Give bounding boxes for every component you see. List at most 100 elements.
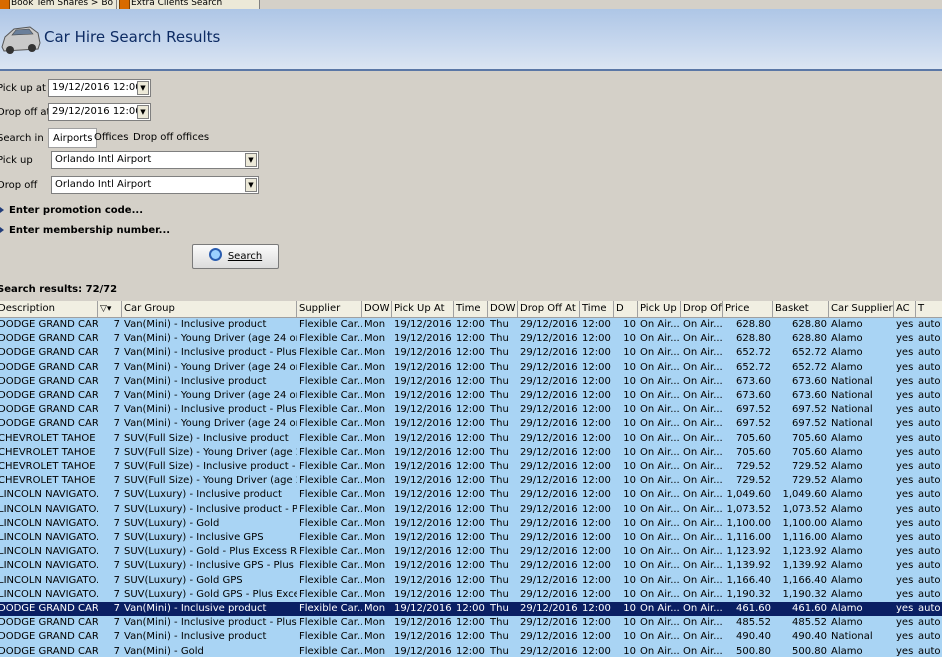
cell-drop-off-at: 29/12/2016 [520,560,578,572]
cell-price: 628.80 [736,319,771,330]
cell-dow: Mon [364,603,386,614]
table-row[interactable]: DODGE GRAND CAR... 7 Van(Mini) - Young Dri… [0,332,942,347]
table-row[interactable]: DODGE GRAND CAR... 7 Van(Mini) - Young Dri… [0,417,942,432]
table-row[interactable]: DODGE GRAND CAR... 7 Van(Mini) - Gold Flexi… [0,644,942,657]
membership-number-link[interactable]: Enter membership number... [0,225,170,236]
cell-description: DODGE GRAND CAR... [0,390,98,401]
cell-drop-off-at: 29/12/2016 [520,432,578,444]
filter-icon[interactable]: ▽▾ [100,304,111,314]
cell-duration: 10 [623,319,636,330]
pickup-location-select[interactable]: Orlando Intl Airport ▼ [51,151,259,169]
column-header-time[interactable]: Time [454,301,488,317]
cell-time-2: 12:00 [582,517,611,529]
table-row[interactable]: LINCOLN NAVIGATO... 7 SUV(Luxury) - Gold G… [0,587,942,602]
table-row[interactable]: CHEVROLET TAHOE ... 7 SUV(Full Size) - Inc… [0,431,942,446]
table-row[interactable]: DODGE GRAND CAR... 7 Van(Mini) - Inclusive… [0,374,942,389]
cell-filter: 7 [113,461,120,472]
pickup-datetime-field[interactable]: 19/12/2016 12:00 ▼ [48,79,151,97]
table-row[interactable]: DODGE GRAND CAR... 7 Van(Mini) - Inclusive… [0,403,942,418]
browser-tab-book[interactable]: Book Tem Shares > Bo [0,0,128,9]
cell-description: DODGE GRAND CAR... [0,347,98,359]
column-header-supplier[interactable]: Supplier [297,301,362,317]
table-row[interactable]: CHEVROLET TAHOE ... 7 SUV(Full Size) - You… [0,445,942,460]
cell-time: 12:00 [456,546,485,558]
cell-transmission: auto [918,532,941,543]
table-row[interactable]: LINCOLN NAVIGATO... 7 SUV(Luxury) - Inclus… [0,531,942,546]
table-row[interactable]: LINCOLN NAVIGATO... 7 SUV(Luxury) - Gold Fl… [0,516,942,531]
column-header-drop-off[interactable]: Drop Off [681,301,723,317]
cell-duration: 10 [623,503,636,515]
results-grid[interactable]: Description ▽▾ Car Group Supplier DOW Pick Up… [0,301,942,657]
dropdown-arrow-icon[interactable]: ▼ [245,153,257,167]
cell-drop-off-at: 29/12/2016 [520,375,578,387]
dropdown-arrow-icon[interactable]: ▼ [137,81,149,95]
cell-dow-2: Thu [490,432,509,444]
column-header-duration[interactable]: D [614,301,638,317]
cell-drop-off: On Air... [683,375,723,387]
promotion-code-link[interactable]: Enter promotion code... [0,205,143,216]
cell-price: 673.60 [736,375,771,387]
table-row[interactable]: DODGE GRAND CAR... 7 Van(Mini) - Young Dri… [0,389,942,404]
column-header-dow[interactable]: DOW [362,301,392,317]
table-row[interactable]: LINCOLN NAVIGATO... 7 SUV(Luxury) - Inclus… [0,502,942,517]
table-row[interactable]: DODGE GRAND CAR... 7 Van(Mini) - Inclusive… [0,318,942,333]
cell-supplier: Flexible Car... [299,503,362,515]
column-header-car-group[interactable]: Car Group [122,301,297,317]
cell-dow-2: Thu [490,375,509,387]
column-header-dow-2[interactable]: DOW [488,301,518,317]
table-row[interactable]: DODGE GRAND CAR... 7 Van(Mini) - Young Dri… [0,360,942,375]
column-header-price[interactable]: Price [723,301,773,317]
cell-dow: Mon [364,645,386,657]
column-header-time-2[interactable]: Time [580,301,614,317]
cell-filter: 7 [113,560,120,572]
column-header-pick-up-at[interactable]: Pick Up At [392,301,454,317]
cell-transmission: auto [918,390,941,401]
cell-drop-off: On Air... [683,503,723,515]
table-row[interactable]: LINCOLN NAVIGATO... 7 SUV(Luxury) - Inclus… [0,488,942,503]
column-header-car-supplier[interactable]: Car Supplier [829,301,894,317]
cell-dow: Mon [364,390,386,401]
dropoff-location-select[interactable]: Orlando Intl Airport ▼ [51,176,259,194]
table-row[interactable]: DODGE GRAND CAR... 7 Van(Mini) - Inclusive… [0,602,942,617]
dropdown-arrow-icon[interactable]: ▼ [245,178,257,192]
column-header-basket[interactable]: Basket [773,301,829,317]
dropdown-arrow-icon[interactable]: ▼ [137,105,149,119]
table-row[interactable]: DODGE GRAND CAR... 7 Van(Mini) - Inclusive… [0,346,942,361]
column-header-description[interactable]: Description [0,301,98,317]
cell-car-supplier: Alamo [831,532,863,543]
cell-drop-off: On Air... [683,603,723,614]
search-button[interactable]: Search [192,244,279,269]
table-row[interactable]: LINCOLN NAVIGATO... 7 SUV(Luxury) - Gold -… [0,545,942,560]
search-in-offices-option[interactable]: Offices [90,128,132,148]
cell-description: LINCOLN NAVIGATO... [0,560,98,572]
cell-description: LINCOLN NAVIGATO... [0,546,98,558]
column-header-filter[interactable]: ▽▾ [98,301,122,317]
column-header-drop-off-at[interactable]: Drop Off At [518,301,580,317]
table-row[interactable]: DODGE GRAND CAR... 7 Van(Mini) - Inclusive… [0,616,942,631]
cell-car-group: Van(Mini) - Young Driver (age 24 or b... [124,418,297,430]
search-in-dropoff-offices-option[interactable]: Drop off offices [129,128,213,148]
table-row[interactable]: CHEVROLET TAHOE ... 7 SUV(Full Size) - You… [0,474,942,489]
cell-ac: yes [896,333,914,345]
table-row[interactable]: CHEVROLET TAHOE ... 7 SUV(Full Size) - Inc… [0,460,942,475]
cell-drop-off-at: 29/12/2016 [520,603,578,614]
cell-price: 628.80 [736,333,771,345]
table-row[interactable]: LINCOLN NAVIGATO... 7 SUV(Luxury) - Gold G… [0,573,942,588]
cell-ac: yes [896,418,914,430]
cell-filter: 7 [113,617,120,629]
table-row[interactable]: LINCOLN NAVIGATO... 7 SUV(Luxury) - Inclus… [0,559,942,574]
column-header-ac[interactable]: AC [894,301,916,317]
table-row[interactable]: DODGE GRAND CAR... 7 Van(Mini) - Inclusive… [0,630,942,645]
cell-filter: 7 [113,347,120,359]
cell-supplier: Flexible Car... [299,461,362,472]
cell-duration: 10 [623,361,636,373]
dropoff-datetime-field[interactable]: 29/12/2016 12:00 ▼ [48,103,151,121]
cell-car-supplier: National [831,390,873,401]
cell-time: 12:00 [456,319,485,330]
cell-transmission: auto [918,603,941,614]
cell-dow-2: Thu [490,503,509,515]
column-header-pick-up[interactable]: Pick Up [638,301,681,317]
column-header-transmission[interactable]: T [916,301,942,317]
browser-tab-extra[interactable]: Extra Clients Search [116,0,260,9]
cell-duration: 10 [623,645,636,657]
